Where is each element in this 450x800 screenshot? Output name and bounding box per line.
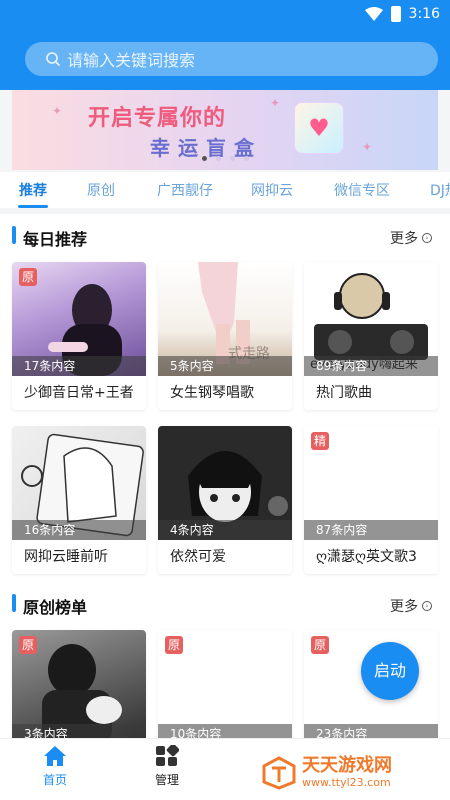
site-watermark: 天天游戏网 www.ttyl23.com bbox=[262, 752, 442, 794]
item-count: 5条内容 bbox=[158, 356, 292, 376]
playlist-title: 女生钢琴唱歌 bbox=[170, 385, 254, 401]
search-icon bbox=[46, 52, 61, 67]
daily-section: 每日推荐 更多 › 原 17条内容 少御音日常+王者 式走路 5条内容 女生钢琴… bbox=[0, 214, 450, 582]
tab-original[interactable]: 原创 bbox=[87, 180, 115, 200]
section-header: 每日推荐 更多 › bbox=[0, 214, 450, 254]
watermark-name: 天天游戏网 bbox=[302, 755, 392, 776]
nav-home[interactable]: 首页 bbox=[25, 745, 85, 788]
playlist-cover: 原 10条内容 bbox=[158, 630, 292, 744]
carousel-dot[interactable] bbox=[230, 156, 235, 161]
more-label: 更多 bbox=[390, 231, 418, 247]
playlist-title: 热门歌曲 bbox=[316, 385, 372, 401]
sparkle-icon: ✦ bbox=[270, 96, 281, 110]
wifi-icon bbox=[364, 7, 383, 21]
playlist-title: 依然可爱 bbox=[170, 549, 226, 565]
section-marker bbox=[12, 226, 16, 244]
chevron-right-icon: › bbox=[422, 601, 432, 611]
sparkle-icon: ✦ bbox=[362, 140, 373, 154]
category-tabs: 推荐 原创 广西靓仔 网抑云 微信专区 DJ热 bbox=[0, 172, 450, 208]
playlist-card[interactable]: 原 10条内容 bbox=[158, 630, 292, 744]
tab-dj[interactable]: DJ热 bbox=[430, 180, 450, 200]
status-bar: 3:16 bbox=[364, 4, 440, 24]
playlist-cover: 精 87条内容 bbox=[304, 426, 438, 540]
playlist-title: 网抑云睡前听 bbox=[24, 549, 108, 565]
app-header: 3:16 请输入关键词搜索 bbox=[0, 0, 450, 90]
more-button[interactable]: 更多 › bbox=[390, 596, 432, 616]
playlist-cover: 原 17条内容 bbox=[12, 262, 146, 376]
promo-banner[interactable]: ✦ ✦ ✦ 开启专属你的 幸运盲盒 ♥ bbox=[12, 90, 438, 170]
item-count: 17条内容 bbox=[12, 356, 146, 376]
playlist-cover: 4条内容 bbox=[158, 426, 292, 540]
nav-home-label: 首页 bbox=[42, 773, 67, 787]
banner-title: 开启专属你的 bbox=[88, 106, 227, 131]
playlist-card[interactable]: 精 87条内容 ღ潇瑟ღ英文歌3 bbox=[304, 426, 438, 574]
original-tag: 原 bbox=[19, 268, 37, 286]
playlist-title: ღ潇瑟ღ英文歌3 bbox=[316, 549, 417, 565]
item-count: 89条内容 bbox=[304, 356, 438, 376]
watermark-logo-icon bbox=[262, 756, 296, 790]
original-tag: 原 bbox=[165, 636, 183, 654]
watermark-url: www.ttyl23.com bbox=[302, 776, 391, 789]
section-title: 原创榜单 bbox=[23, 598, 88, 617]
featured-tag: 精 bbox=[311, 432, 329, 450]
playlist-card[interactable]: 原 17条内容 少御音日常+王者 bbox=[12, 262, 146, 410]
tab-wangyiyun[interactable]: 网抑云 bbox=[251, 180, 293, 200]
section-title: 每日推荐 bbox=[23, 230, 88, 249]
chevron-right-icon: › bbox=[422, 233, 432, 243]
battery-icon bbox=[390, 6, 401, 22]
search-input[interactable]: 请输入关键词搜索 bbox=[25, 42, 438, 76]
playlist-title: 少御音日常+王者 bbox=[24, 385, 134, 401]
grid-icon bbox=[156, 745, 179, 766]
playlist-card[interactable]: 4条内容 依然可爱 bbox=[158, 426, 292, 574]
sparkle-icon: ✦ bbox=[52, 104, 63, 118]
carousel-dot[interactable] bbox=[216, 156, 221, 161]
tab-recommend[interactable]: 推荐 bbox=[19, 180, 47, 200]
nav-manage-label: 管理 bbox=[154, 773, 179, 787]
home-icon bbox=[44, 746, 66, 766]
item-count: 4条内容 bbox=[158, 520, 292, 540]
nav-manage[interactable]: 管理 bbox=[137, 745, 197, 788]
status-time: 3:16 bbox=[408, 6, 440, 22]
search-placeholder: 请输入关键词搜索 bbox=[67, 51, 196, 70]
playlist-cover: everybody嗨起来 89条内容 bbox=[304, 262, 438, 376]
item-count: 16条内容 bbox=[12, 520, 146, 540]
playlist-card[interactable]: 原 3条内容 bbox=[12, 630, 146, 744]
playlist-cover: 原 3条内容 bbox=[12, 630, 146, 744]
tab-wechat[interactable]: 微信专区 bbox=[334, 180, 390, 200]
heart-cube-icon: ♥ bbox=[294, 102, 344, 154]
tab-guangxi[interactable]: 广西靓仔 bbox=[157, 180, 213, 200]
playlist-card[interactable]: 16条内容 网抑云睡前听 bbox=[12, 426, 146, 574]
playlist-card[interactable]: 式走路 5条内容 女生钢琴唱歌 bbox=[158, 262, 292, 410]
carousel-indicator bbox=[202, 156, 249, 161]
more-label: 更多 bbox=[390, 599, 418, 615]
playlist-cover: 16条内容 bbox=[12, 426, 146, 540]
tab-indicator bbox=[18, 205, 48, 208]
original-tag: 原 bbox=[311, 636, 329, 654]
carousel-dot[interactable] bbox=[244, 156, 249, 161]
start-button[interactable]: 启动 bbox=[361, 642, 419, 700]
section-header: 原创榜单 更多 › bbox=[0, 582, 450, 622]
item-count: 87条内容 bbox=[304, 520, 438, 540]
section-marker bbox=[12, 594, 16, 612]
playlist-card[interactable]: everybody嗨起来 89条内容 热门歌曲 bbox=[304, 262, 438, 410]
carousel-dot[interactable] bbox=[202, 156, 207, 161]
playlist-cover: 式走路 5条内容 bbox=[158, 262, 292, 376]
original-tag: 原 bbox=[19, 636, 37, 654]
more-button[interactable]: 更多 › bbox=[390, 228, 432, 248]
